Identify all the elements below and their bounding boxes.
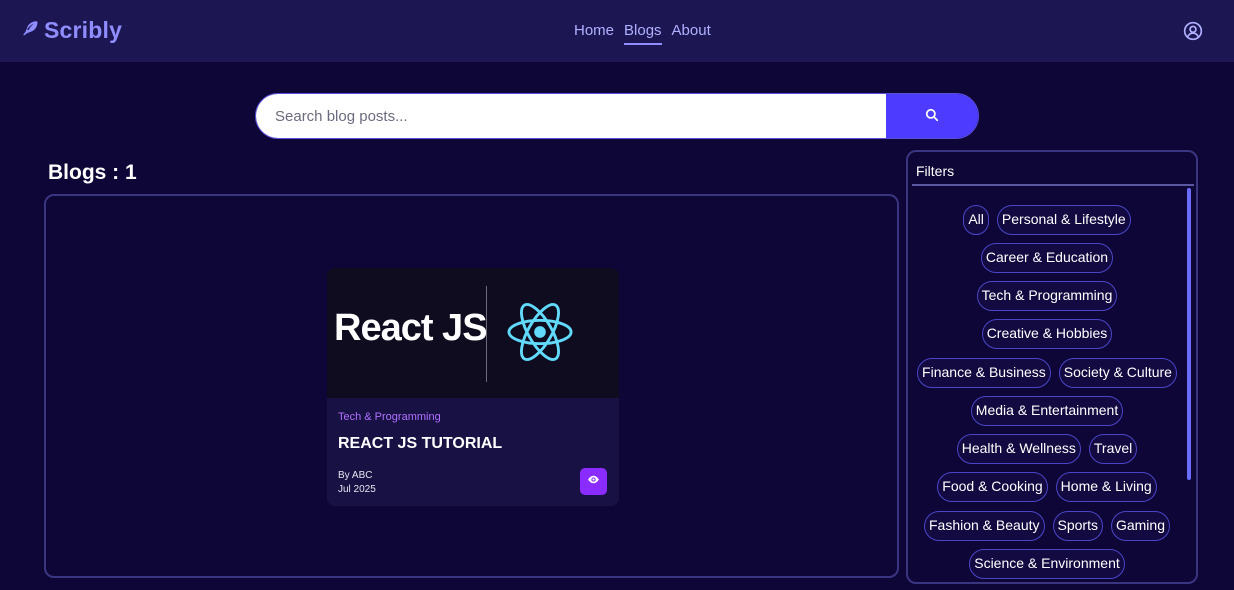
filter-chip-gaming[interactable]: Gaming — [1110, 511, 1170, 541]
filter-chip-row: Creative & Hobbies — [908, 319, 1186, 349]
search-input[interactable] — [256, 94, 886, 138]
search-icon — [925, 108, 939, 125]
nav-links: Home Blogs About — [574, 22, 711, 45]
blog-author: By ABC — [338, 470, 373, 481]
filter-chip-media-entertainment[interactable]: Media & Entertainment — [970, 396, 1124, 426]
brand-logo[interactable]: Scribly — [21, 17, 122, 44]
thumbnail-divider — [486, 286, 487, 382]
filter-chip-row: Food & Cooking Home & Living — [908, 472, 1186, 502]
filters-panel: Filters All Personal & Lifestyle Career … — [906, 150, 1198, 584]
nav-link-about[interactable]: About — [672, 22, 711, 45]
filter-chip-row: Media & Entertainment — [908, 396, 1186, 426]
filter-chip-row: Health & Wellness Travel — [908, 434, 1186, 464]
filter-chip-row: Tech & Programming — [908, 281, 1186, 311]
filter-chip-home-living[interactable]: Home & Living — [1055, 472, 1157, 502]
filter-chip-list: All Personal & Lifestyle Career & Educat… — [908, 152, 1196, 582]
filter-chip-row: Fashion & Beauty Sports Gaming — [908, 511, 1186, 541]
filter-chip-creative-hobbies[interactable]: Creative & Hobbies — [981, 319, 1113, 349]
filter-chip-sports[interactable]: Sports — [1052, 511, 1103, 541]
react-logo-icon — [507, 302, 573, 362]
blogs-panel: React JS Tech & Programming REACT JS TUT… — [44, 194, 899, 578]
thumbnail-text: React JS — [334, 307, 488, 349]
view-blog-button[interactable] — [580, 468, 607, 495]
filter-chip-finance-business[interactable]: Finance & Business — [917, 358, 1051, 388]
filter-chip-tech-programming[interactable]: Tech & Programming — [976, 281, 1118, 311]
filter-chip-fashion-beauty[interactable]: Fashion & Beauty — [923, 511, 1045, 541]
filter-chip-travel[interactable]: Travel — [1088, 434, 1138, 464]
blog-title: REACT JS TUTORIAL — [338, 435, 503, 452]
brand-name: Scribly — [44, 17, 123, 43]
filter-chip-row: Career & Education — [908, 243, 1186, 273]
filter-chip-career-education[interactable]: Career & Education — [980, 243, 1114, 273]
blog-category: Tech & Programming — [338, 411, 441, 423]
blog-date: Jul 2025 — [338, 484, 376, 495]
user-circle-icon — [1183, 21, 1203, 45]
search-button[interactable] — [886, 94, 978, 138]
search-bar — [255, 93, 979, 139]
navbar: Scribly Home Blogs About — [0, 0, 1234, 62]
blog-card[interactable]: React JS Tech & Programming REACT JS TUT… — [327, 268, 619, 506]
filter-chip-science-environment[interactable]: Science & Environment — [969, 549, 1125, 579]
blog-thumbnail: React JS — [327, 268, 619, 398]
user-profile-button[interactable] — [1183, 21, 1203, 41]
eye-icon — [587, 473, 600, 491]
blogs-count-heading: Blogs : 1 — [48, 161, 137, 184]
nav-link-home[interactable]: Home — [574, 22, 614, 45]
filter-chip-row: Finance & Business Society & Culture — [908, 358, 1186, 388]
filter-chip-personal-lifestyle[interactable]: Personal & Lifestyle — [996, 205, 1131, 235]
filter-chip-row: All Personal & Lifestyle — [908, 205, 1186, 235]
nav-link-blogs[interactable]: Blogs — [624, 22, 662, 45]
feather-pen-icon — [21, 19, 39, 42]
filter-chip-all[interactable]: All — [963, 205, 989, 235]
filter-chip-row: Science & Environment — [908, 549, 1186, 579]
filter-chip-food-cooking[interactable]: Food & Cooking — [937, 472, 1048, 502]
filter-chip-society-culture[interactable]: Society & Culture — [1058, 358, 1177, 388]
filter-chip-health-wellness[interactable]: Health & Wellness — [956, 434, 1081, 464]
